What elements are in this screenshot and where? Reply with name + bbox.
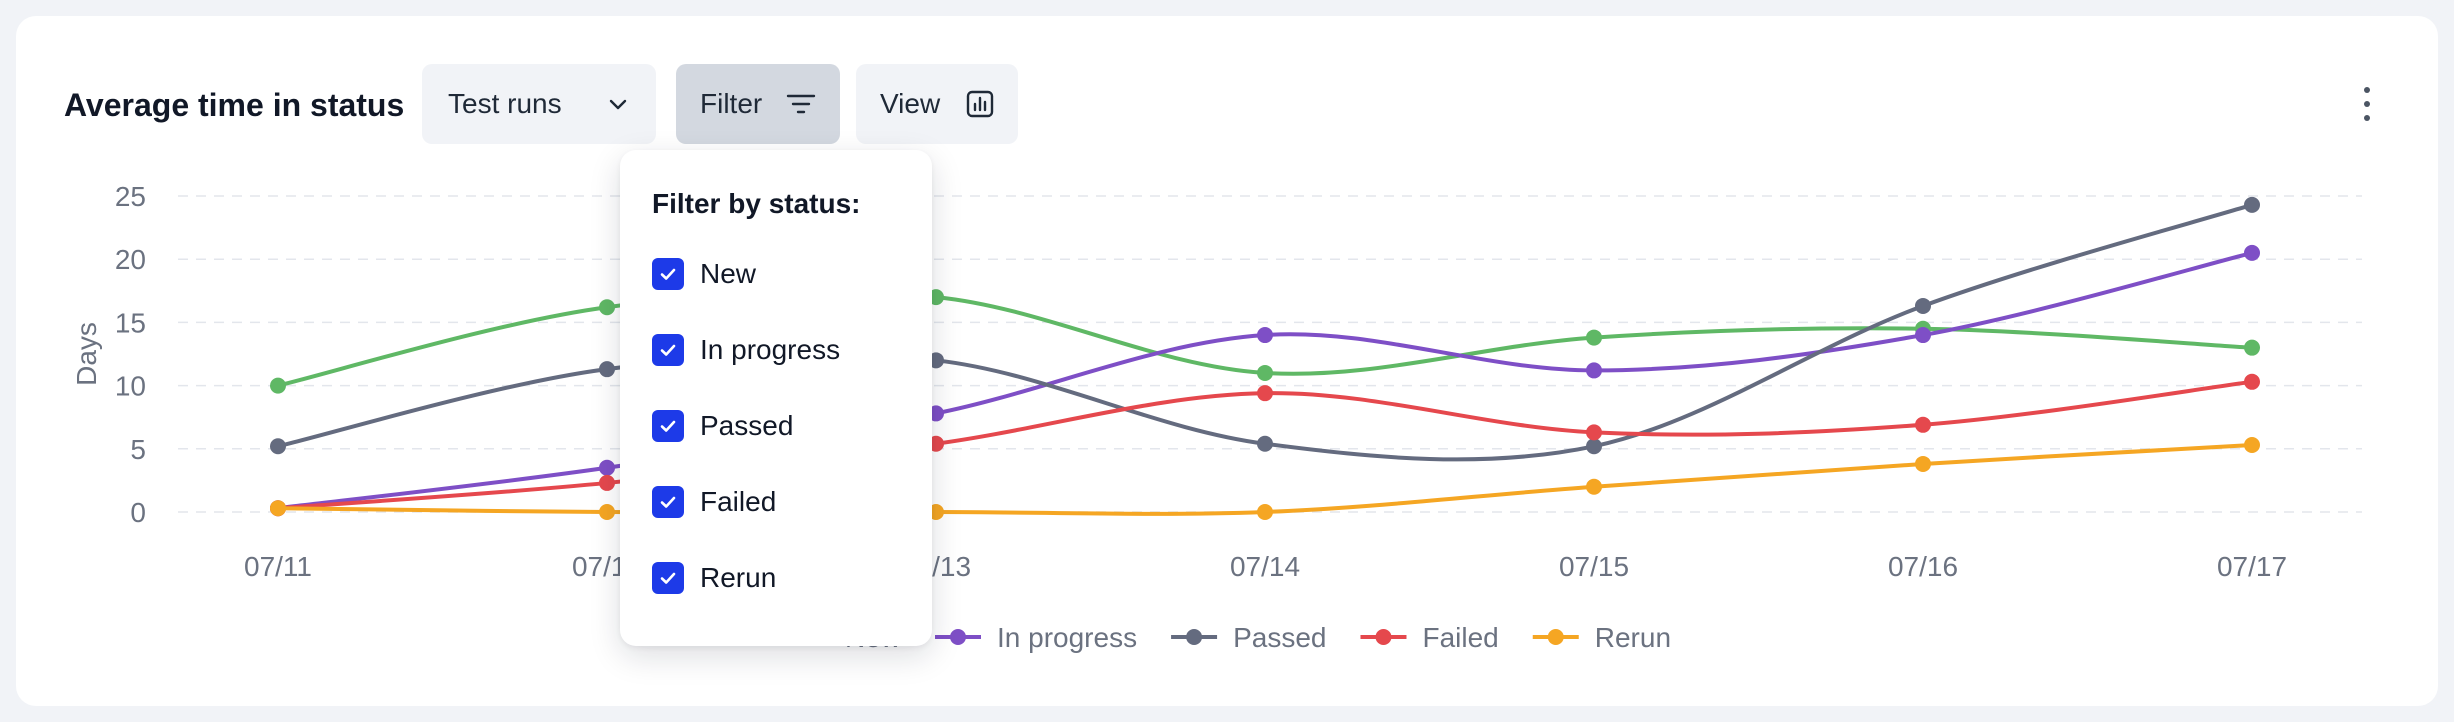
x-tick-label: 07/14 <box>1230 551 1300 582</box>
filter-option-label: Passed <box>700 410 794 441</box>
data-point-in-progress <box>1257 327 1273 344</box>
data-point-failed <box>1257 385 1273 402</box>
legend-marker-failed <box>1375 629 1392 645</box>
line-chart: 051015202507/11 07/12 07/13 07/14 07/15 07/16… <box>71 181 2362 653</box>
filter-option-label: Failed <box>700 486 777 517</box>
legend-label-rerun: Rerun <box>1595 622 1671 653</box>
data-point-passed <box>1586 438 1602 455</box>
data-point-new <box>1586 329 1602 346</box>
legend-label-failed: Failed <box>1422 622 1498 653</box>
data-point-new <box>599 299 615 316</box>
data-point-rerun <box>1586 478 1602 495</box>
legend-marker-in-progress <box>950 629 966 645</box>
series-line-rerun <box>277 443 2253 516</box>
y-tick-label: 0 <box>130 497 146 528</box>
legend-marker-passed <box>1186 629 1203 645</box>
data-point-failed <box>1915 416 1931 433</box>
y-tick-label: 10 <box>115 371 146 402</box>
checkmark-icon[interactable] <box>652 334 684 366</box>
filter-option-new[interactable]: New <box>652 254 756 294</box>
y-tick-label: 5 <box>130 434 146 465</box>
checkmark-icon[interactable] <box>652 486 684 518</box>
data-point-failed <box>1586 424 1602 441</box>
filter-option-label: New <box>700 258 757 289</box>
x-tick-label: 07/15 <box>1559 551 1629 582</box>
data-point-in-progress <box>599 459 615 476</box>
data-point-in-progress <box>1586 362 1602 379</box>
data-point-passed <box>2244 196 2260 213</box>
data-point-passed <box>1915 297 1931 314</box>
data-point-rerun <box>1915 455 1931 472</box>
data-point-new <box>2244 339 2260 356</box>
y-tick-label: 25 <box>115 181 146 212</box>
y-tick-label: 20 <box>115 244 146 275</box>
legend-label-in-progress: In progress <box>997 622 1137 653</box>
data-point-failed <box>599 474 615 491</box>
filter-popover: Filter by status: New In progress Passed… <box>620 150 932 646</box>
data-point-rerun <box>1257 504 1273 520</box>
x-tick-label: 07/17 <box>2217 551 2287 582</box>
data-point-new <box>270 377 286 394</box>
data-point-in-progress <box>2244 244 2260 261</box>
legend-marker-rerun <box>1547 629 1564 645</box>
checkmark-icon[interactable] <box>652 410 684 442</box>
filter-popover-title: Filter by status: <box>652 188 861 219</box>
checkmark-icon[interactable] <box>652 258 684 290</box>
filter-option-rerun[interactable]: Rerun <box>652 558 776 598</box>
filter-option-passed[interactable]: Passed <box>652 406 793 446</box>
y-tick-label: 15 <box>115 307 146 338</box>
data-point-in-progress <box>1915 327 1931 344</box>
data-point-rerun <box>270 500 286 517</box>
filter-option-in-progress[interactable]: In progress <box>652 330 840 370</box>
data-point-new <box>1257 364 1273 381</box>
data-point-failed <box>2244 373 2260 390</box>
filter-option-label: In progress <box>700 334 841 365</box>
filter-option-label: Rerun <box>700 562 777 593</box>
y-axis-label: Days <box>71 322 102 386</box>
data-point-passed <box>1257 435 1273 452</box>
data-point-passed <box>270 438 286 455</box>
legend-label-passed: Passed <box>1233 622 1326 653</box>
data-point-rerun <box>2244 437 2260 454</box>
x-tick-label: 07/11 <box>244 551 312 582</box>
data-point-rerun <box>599 504 615 520</box>
checkmark-icon[interactable] <box>652 562 684 594</box>
x-tick-label: 07/16 <box>1888 551 1958 582</box>
data-point-passed <box>599 361 615 378</box>
filter-option-failed[interactable]: Failed <box>652 482 776 522</box>
